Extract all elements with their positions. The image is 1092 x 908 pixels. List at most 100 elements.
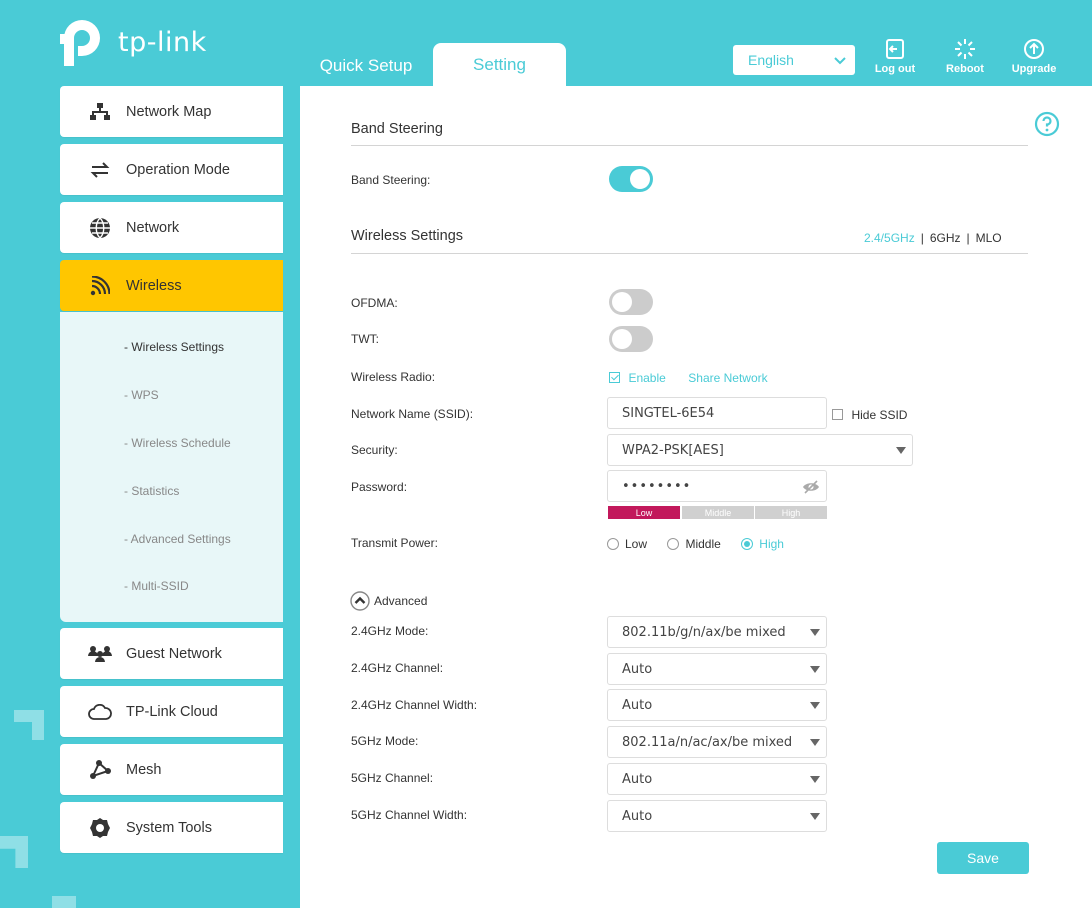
dropdown-arrow-icon [810,666,820,673]
hide-ssid-checkbox[interactable] [832,409,843,421]
dropdown-arrow-icon [810,702,820,709]
band-tabs: 2.4/5GHz | 6GHz | MLO [864,231,1002,245]
channel-width-24-label: 2.4GHz Channel Width: [351,698,478,712]
submenu-item-statistics[interactable]: - Statistics [124,484,179,498]
channel-24-label: 2.4GHz Channel: [351,661,444,675]
channel-width-24-select[interactable]: Auto [607,689,827,721]
upgrade-button[interactable]: Upgrade [1004,38,1064,78]
tab-quick-setup[interactable]: Quick Setup [300,46,432,86]
channel-5-value: Auto [622,771,653,787]
mode-5-label: 5GHz Mode: [351,734,419,748]
hide-ssid-label: Hide SSID [851,408,908,422]
security-select[interactable]: WPA2-PSK[AES] [607,434,913,466]
wifi-signal-icon [87,273,113,299]
upgrade-label: Upgrade [1011,63,1057,75]
chevron-up-circle-icon [350,591,370,611]
language-value: English [748,52,794,68]
channel-width-5-select[interactable]: Auto [607,800,827,832]
sidebar-item-operation-mode[interactable]: Operation Mode [60,144,283,195]
enable-label: Enable [628,371,666,385]
save-button[interactable]: Save [937,842,1029,874]
password-label: Password: [351,480,408,494]
sidebar-item-tp-link-cloud[interactable]: TP-Link Cloud [60,686,283,737]
sidebar-item-label: Wireless [126,277,182,294]
mode-24-label: 2.4GHz Mode: [351,624,429,638]
cloud-icon [87,699,113,725]
tab-setting[interactable]: Setting [433,43,566,88]
strength-middle: Middle [682,506,754,519]
advanced-label: Advanced [374,594,428,608]
help-icon[interactable] [1034,111,1060,137]
decor-shape [52,896,76,908]
channel-24-value: Auto [622,661,653,677]
band-tab-mlo[interactable]: MLO [976,231,1002,245]
decor-shape [14,710,44,740]
logo-mark-icon [60,20,100,66]
submenu-item-advanced-settings[interactable]: - Advanced Settings [124,532,231,546]
submenu-item-multi-ssid[interactable]: - Multi-SSID [124,579,189,593]
dropdown-arrow-icon [896,447,906,454]
wireless-settings-title: Wireless Settings [351,228,464,244]
power-low-label: Low [625,536,648,551]
power-low-radio[interactable] [607,537,619,550]
password-input[interactable]: •••••••• [607,470,827,502]
chevron-down-icon [834,57,846,65]
language-select[interactable]: English [733,45,855,75]
sidebar-item-network-map[interactable]: Network Map [60,86,283,137]
ssid-input[interactable]: SINGTEL-6E54 [607,397,827,429]
mesh-icon [87,757,113,783]
band-tab-separator: | [920,231,924,245]
mode-5-select[interactable]: 802.11a/n/ac/ax/be mixed [607,726,827,758]
channel-width-5-value: Auto [622,808,653,824]
ofdma-toggle[interactable] [609,289,653,315]
operation-mode-icon [87,157,113,183]
band-steering-label: Band Steering: [351,173,431,187]
transmit-power-label: Transmit Power: [351,536,438,550]
eye-hidden-icon[interactable] [802,480,820,494]
share-network-link[interactable]: Share Network [688,371,767,385]
advanced-toggle[interactable]: Advanced [350,591,427,611]
sidebar-item-system-tools[interactable]: System Tools [60,802,283,853]
reboot-icon [955,39,975,59]
power-middle-radio[interactable] [667,537,680,550]
channel-5-select[interactable]: Auto [607,763,827,795]
wireless-radio-label: Wireless Radio: [351,370,436,384]
channel-width-24-value: Auto [622,697,653,713]
sidebar-item-network[interactable]: Network [60,202,283,253]
channel-24-select[interactable]: Auto [607,653,827,685]
transmit-power-radios: Low Middle High [607,535,800,553]
sidebar-item-label: Network [126,219,180,236]
globe-icon [87,215,113,241]
dropdown-arrow-icon [810,629,820,636]
submenu-item-wireless-schedule[interactable]: - Wireless Schedule [124,436,231,450]
divider [351,145,1028,146]
twt-toggle[interactable] [609,326,653,352]
sidebar-item-wireless[interactable]: Wireless [60,260,283,311]
ssid-value: SINGTEL-6E54 [622,405,715,421]
logo-text: tp-link [118,26,207,58]
power-high-radio[interactable] [741,537,754,550]
submenu-item-wireless-settings[interactable]: - Wireless Settings [124,340,224,354]
band-tab-2g5g[interactable]: 2.4/5GHz [864,231,915,245]
mode-5-value: 802.11a/n/ac/ax/be mixed [622,734,793,750]
divider [351,253,1028,254]
enable-checkbox[interactable] [609,372,620,384]
reboot-button[interactable]: Reboot [935,38,995,78]
sidebar-item-mesh[interactable]: Mesh [60,744,283,795]
sidebar-item-guest-network[interactable]: Guest Network [60,628,283,679]
sidebar-item-label: System Tools [126,819,212,836]
decor-shape [0,836,28,868]
power-high-label: High [759,536,784,551]
submenu-item-wps[interactable]: - WPS [124,388,159,402]
logout-button[interactable]: Log out [865,38,925,78]
wireless-radio-controls: Enable Share Network [609,369,768,387]
band-steering-toggle[interactable] [609,166,653,192]
mode-24-select[interactable]: 802.11b/g/n/ax/be mixed [607,616,827,648]
sidebar-item-label: Operation Mode [126,161,230,178]
reboot-label: Reboot [946,63,984,75]
dropdown-arrow-icon [810,813,820,820]
guest-network-icon [87,641,113,667]
band-tab-6g[interactable]: 6GHz [930,231,961,245]
ofdma-label: OFDMA: [351,296,398,310]
sidebar-item-label: TP-Link Cloud [126,703,218,720]
